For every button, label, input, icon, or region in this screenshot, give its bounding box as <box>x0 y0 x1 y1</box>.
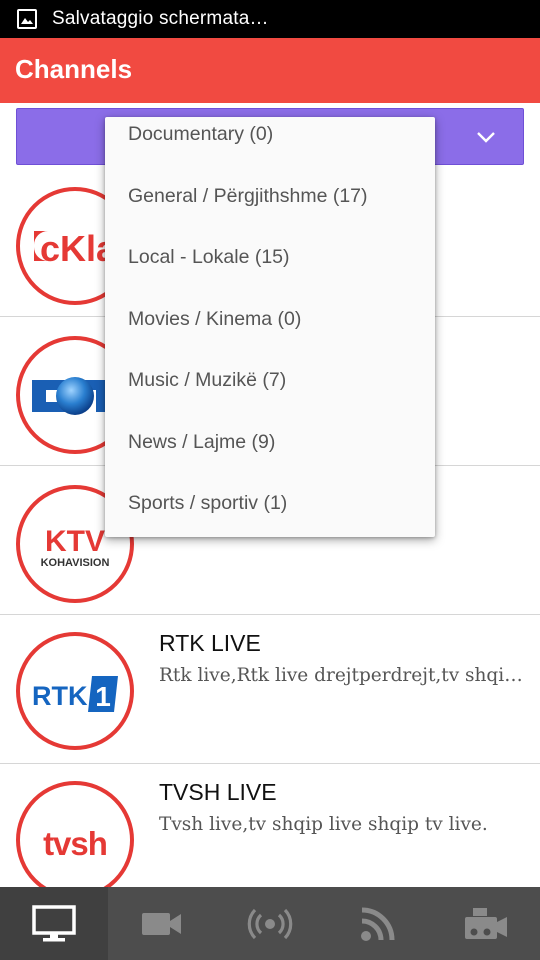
channel-name: RTK LIVE <box>159 630 261 656</box>
status-notification-text: Salvataggio schermata… <box>52 8 269 29</box>
tvsh-logo: tvsh <box>16 781 134 887</box>
status-bar: Salvataggio schermata… <box>0 0 540 38</box>
monitor-icon <box>32 904 76 941</box>
nav-video-button[interactable] <box>108 887 216 960</box>
bottom-navigation <box>0 887 540 960</box>
ktv-logo-subtext: KOHAVISION <box>41 557 110 569</box>
channel-row[interactable]: tvsh TVSH LIVE Tvsh live,tv shqip live s… <box>0 765 540 887</box>
video-camera-icon <box>142 912 181 935</box>
camcorder-icon <box>465 907 507 939</box>
nav-rss-button[interactable] <box>324 887 432 960</box>
nav-tv-button[interactable] <box>0 887 108 960</box>
dropdown-option-general[interactable]: General / Përgjithshme (17) <box>105 166 435 226</box>
broadcast-icon <box>247 908 293 939</box>
channel-row[interactable]: RTK 1 RTK LIVE Rtk live,Rtk live drejtpe… <box>0 616 540 764</box>
tvsh-logo-text: tvsh <box>43 825 107 862</box>
dropdown-option-music[interactable]: Music / Muzikë (7) <box>105 350 435 410</box>
dropdown-option-sports[interactable]: Sports / sportiv (1) <box>105 473 435 533</box>
nav-camcorder-button[interactable] <box>432 887 540 960</box>
screenshot-icon <box>17 9 37 29</box>
rss-icon <box>361 907 395 941</box>
page-title: Channels <box>15 54 133 84</box>
ktv-logo-text: KTV <box>45 525 105 558</box>
channel-name: TVSH LIVE <box>159 779 277 805</box>
rtk-logo-text: RTK <box>32 681 88 711</box>
nav-broadcast-button[interactable] <box>216 887 324 960</box>
category-dropdown-menu[interactable]: Documentary (0) General / Përgjithshme (… <box>105 117 435 537</box>
app-bar: Channels <box>0 38 540 103</box>
dropdown-option-local[interactable]: Local - Lokale (15) <box>105 227 435 287</box>
chevron-down-icon <box>477 132 495 143</box>
rtk-logo-number: 1 <box>95 681 111 712</box>
dropdown-option-news[interactable]: News / Lajme (9) <box>105 412 435 472</box>
dropdown-option-documentary[interactable]: Documentary (0) <box>105 117 435 164</box>
channel-description: Tvsh live,tv shqip live shqip tv live. <box>159 814 488 835</box>
channel-description: Rtk live,Rtk live drejtperdrejt,tv shqip… <box>159 665 529 686</box>
dropdown-option-movies[interactable]: Movies / Kinema (0) <box>105 289 435 349</box>
rtk1-logo: RTK 1 <box>16 632 134 750</box>
